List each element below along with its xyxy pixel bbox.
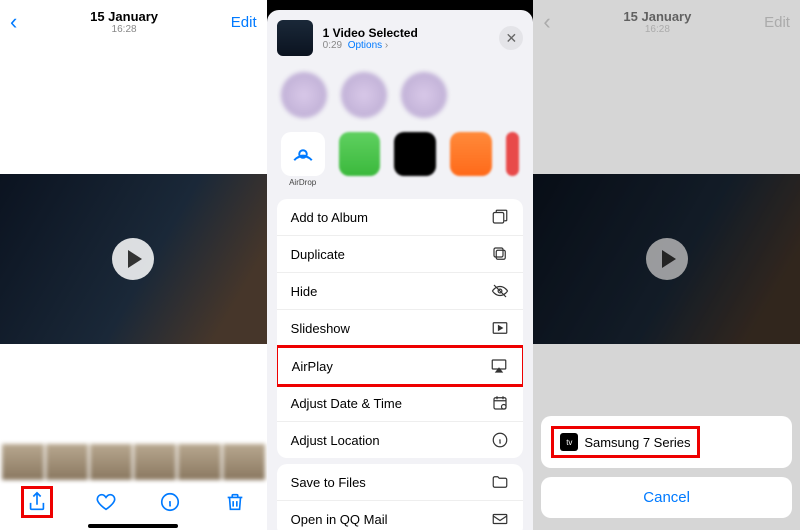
app-alibaba[interactable]	[450, 132, 492, 176]
action-label: Duplicate	[291, 247, 345, 262]
contact-avatar[interactable]	[401, 72, 447, 118]
video-preview	[533, 174, 800, 344]
title-date: 15 January	[551, 9, 764, 24]
action-hide[interactable]: Hide	[277, 273, 524, 310]
share-highlight	[21, 486, 53, 518]
action-label: Adjust Location	[291, 433, 380, 448]
screen-share-sheet: 1 Video Selected 0:29 Options › ✕ AirDro…	[267, 0, 534, 530]
airplay-icon	[490, 357, 508, 375]
info-icon[interactable]	[159, 491, 181, 513]
action-duplicate[interactable]: Duplicate	[277, 236, 524, 273]
sheet-header: 1 Video Selected 0:29 Options › ✕	[267, 10, 534, 66]
cancel-button[interactable]: Cancel	[541, 477, 792, 518]
action-label: Slideshow	[291, 321, 350, 336]
heart-icon[interactable]	[95, 491, 117, 513]
action-label: Adjust Date & Time	[291, 396, 402, 411]
app-more[interactable]	[506, 132, 519, 176]
sheet-subtitle: 0:29 Options ›	[323, 40, 490, 51]
contact-avatar[interactable]	[341, 72, 387, 118]
title-time: 16:28	[17, 24, 230, 35]
slideshow-icon	[491, 319, 509, 337]
actions-group-2: Save to Files Open in QQ Mail	[277, 464, 524, 530]
action-label: Open in QQ Mail	[291, 512, 388, 527]
action-label: Hide	[291, 284, 318, 299]
play-icon	[646, 238, 688, 280]
home-indicator[interactable]	[88, 524, 178, 528]
app-airdrop[interactable]: AirDrop	[281, 132, 325, 187]
edit-button: Edit	[764, 14, 790, 31]
action-label: AirPlay	[292, 359, 333, 374]
action-folder[interactable]: Save to Files	[277, 464, 524, 501]
title-date: 15 January	[17, 9, 230, 24]
hide-icon	[491, 282, 509, 300]
action-label: Add to Album	[291, 210, 368, 225]
duplicate-icon	[491, 245, 509, 263]
screen-photos-detail: ‹ 15 January 16:28 Edit	[0, 0, 267, 530]
play-icon[interactable]	[112, 238, 154, 280]
contacts-row[interactable]	[267, 66, 534, 128]
video-thumbnail	[277, 20, 313, 56]
back-button[interactable]: ‹	[10, 9, 17, 35]
screen-airplay-picker: ‹ 15 January 16:28 Edit tv Samsung 7 Ser…	[533, 0, 800, 530]
action-slideshow[interactable]: Slideshow	[277, 310, 524, 347]
device-name: Samsung 7 Series	[584, 435, 690, 450]
action-location[interactable]: Adjust Location	[277, 422, 524, 458]
mail-icon	[491, 510, 509, 528]
thumbnail-strip[interactable]	[0, 444, 267, 480]
close-icon[interactable]: ✕	[499, 26, 523, 50]
action-airplay[interactable]: AirPlay	[277, 345, 524, 387]
airplay-device-row[interactable]: tv Samsung 7 Series	[541, 416, 792, 468]
action-mail[interactable]: Open in QQ Mail	[277, 501, 524, 530]
folder-icon	[491, 473, 509, 491]
calendar-icon	[491, 394, 509, 412]
video-preview[interactable]	[0, 174, 267, 344]
title-area: 15 January 16:28	[17, 9, 230, 35]
sheet-title: 1 Video Selected	[323, 26, 490, 40]
nav-header: ‹ 15 January 16:28 Edit	[533, 0, 800, 44]
edit-button[interactable]: Edit	[231, 14, 257, 31]
nav-header: ‹ 15 January 16:28 Edit	[0, 0, 267, 44]
bottom-toolbar	[0, 482, 267, 522]
sheet-title-area: 1 Video Selected 0:29 Options ›	[323, 26, 490, 51]
app-wechat[interactable]	[339, 132, 381, 176]
share-sheet: 1 Video Selected 0:29 Options › ✕ AirDro…	[267, 10, 534, 530]
trash-icon[interactable]	[224, 491, 246, 513]
action-album[interactable]: Add to Album	[277, 199, 524, 236]
album-icon	[491, 208, 509, 226]
apps-row: AirDrop	[267, 128, 534, 193]
action-label: Save to Files	[291, 475, 366, 490]
actions-group-1: Add to Album Duplicate Hide Slideshow AirPla…	[277, 199, 524, 458]
share-icon[interactable]	[26, 491, 48, 513]
title-time: 16:28	[551, 24, 764, 35]
back-button: ‹	[543, 9, 550, 35]
device-highlight: tv Samsung 7 Series	[551, 426, 699, 458]
options-link[interactable]: Options	[348, 40, 382, 51]
app-tiktok[interactable]	[394, 132, 436, 176]
location-icon	[491, 431, 509, 449]
action-calendar[interactable]: Adjust Date & Time	[277, 385, 524, 422]
title-area: 15 January 16:28	[551, 9, 764, 35]
tv-icon: tv	[560, 433, 578, 451]
contact-avatar[interactable]	[281, 72, 327, 118]
